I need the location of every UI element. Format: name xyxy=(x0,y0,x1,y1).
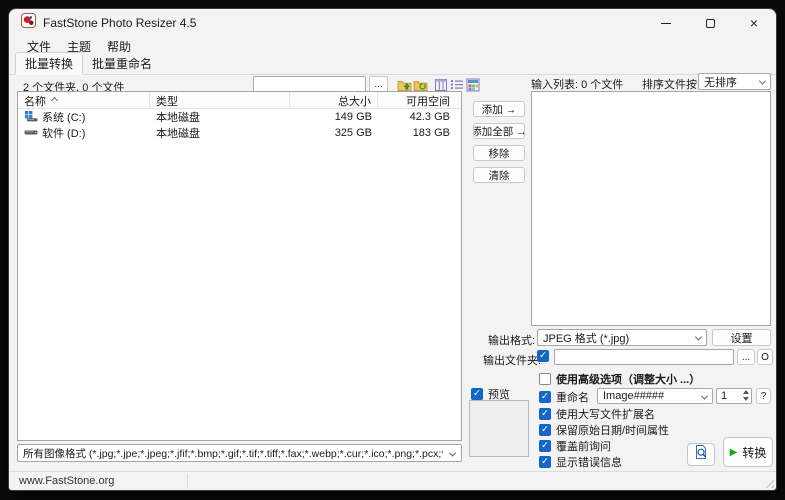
drive-row-d[interactable]: 软件 (D:) 本地磁盘 325 GB 183 GB xyxy=(18,125,461,141)
sort-ascending-icon xyxy=(50,96,59,105)
details-view-icon[interactable] xyxy=(433,77,448,92)
folder-sync-icon[interactable] xyxy=(413,77,428,92)
chevron-down-icon xyxy=(448,449,457,457)
drive-free-space: 42.3 GB xyxy=(409,111,450,123)
document-magnifier-icon xyxy=(693,444,709,465)
output-folder-label: 输出文件夹: xyxy=(483,355,542,367)
app-window: FastStone Photo Resizer 4.5 × 文件 主题 帮助 批… xyxy=(8,8,777,491)
resize-grip[interactable] xyxy=(762,476,774,488)
sort-by-value: 无排序 xyxy=(704,76,737,89)
rename-pattern-combobox[interactable]: Image##### xyxy=(597,388,713,404)
input-list-box[interactable] xyxy=(531,91,771,326)
show-errors-row: ✓ 显示错误信息 xyxy=(539,454,622,470)
output-folder-open-button[interactable]: O xyxy=(757,349,773,365)
convert-button[interactable]: ▶ 转换 xyxy=(723,437,773,467)
status-separator xyxy=(187,474,188,488)
spinner-arrows[interactable] xyxy=(743,390,749,401)
preview-output-button[interactable] xyxy=(687,443,715,466)
status-url: www.FastStone.org xyxy=(19,475,115,487)
ask-overwrite-row: ✓ 覆盖前询问 xyxy=(539,438,611,454)
folder-up-icon[interactable] xyxy=(397,77,412,92)
column-header-total-size[interactable]: 总大小 xyxy=(290,92,378,109)
input-list-summary: 输入列表: 0 个文件 xyxy=(531,79,624,91)
rename-start-spinner[interactable]: 1 xyxy=(716,388,752,404)
app-logo-icon xyxy=(21,13,36,33)
title-bar: FastStone Photo Resizer 4.5 × xyxy=(9,9,776,37)
chevron-down-icon xyxy=(694,333,703,341)
drive-total-size: 149 GB xyxy=(334,111,372,123)
spin-up-icon xyxy=(743,390,749,394)
window-controls: × xyxy=(644,9,776,37)
minimize-icon xyxy=(661,22,671,24)
advanced-options-label: 使用高级选项（调整大小 ...） xyxy=(556,374,701,386)
column-header-name[interactable]: 名称 xyxy=(18,92,150,109)
preview-checkbox[interactable]: ✓ xyxy=(471,388,483,400)
close-icon: × xyxy=(749,15,759,31)
maximize-button[interactable] xyxy=(688,9,732,37)
file-browser-panel: 名称 类型 总大小 可用空间 系统 (C:) 本地磁盘 149 GB 42.3 … xyxy=(17,91,462,441)
format-settings-button[interactable]: 设置 xyxy=(712,329,771,346)
drive-name: 软件 (D:) xyxy=(42,128,86,140)
drive-d-icon xyxy=(24,126,38,141)
preview-panel xyxy=(469,400,529,457)
output-folder-field[interactable] xyxy=(554,349,734,365)
output-format-combobox[interactable]: JPEG 格式 (*.jpg) xyxy=(537,329,707,346)
tab-batch-rename[interactable]: 批量重命名 xyxy=(83,53,161,74)
drive-row-c[interactable]: 系统 (C:) 本地磁盘 149 GB 42.3 GB xyxy=(18,109,461,125)
list-view-icon[interactable] xyxy=(449,77,464,92)
play-icon: ▶ xyxy=(729,446,738,458)
uppercase-ext-checkbox[interactable]: ✓ xyxy=(539,408,551,420)
show-errors-label: 显示错误信息 xyxy=(556,457,622,469)
thumbnail-view-icon[interactable] xyxy=(465,77,480,92)
drive-type: 本地磁盘 xyxy=(156,112,200,124)
rename-label: 重命名 xyxy=(556,392,589,404)
advanced-options-row: ✓ 使用高级选项（调整大小 ...） xyxy=(539,371,700,387)
maximize-icon xyxy=(705,18,715,28)
sort-by-combobox[interactable]: 无排序 xyxy=(698,73,771,90)
uppercase-ext-row: ✓ 使用大写文件扩展名 xyxy=(539,406,655,422)
rename-start-value: 1 xyxy=(721,390,728,402)
column-header-free-space[interactable]: 可用空间 xyxy=(378,92,456,109)
window-title: FastStone Photo Resizer 4.5 xyxy=(43,16,197,30)
drive-c-icon xyxy=(24,110,38,125)
minimize-button[interactable] xyxy=(644,9,688,37)
ask-overwrite-checkbox[interactable]: ✓ xyxy=(539,440,551,452)
keep-datetime-checkbox[interactable]: ✓ xyxy=(539,424,551,436)
output-format-label: 输出格式: xyxy=(488,335,536,347)
add-button[interactable]: 添加 → xyxy=(473,101,525,117)
uppercase-ext-label: 使用大写文件扩展名 xyxy=(556,409,655,421)
tab-batch-convert[interactable]: 批量转换 xyxy=(15,52,84,75)
show-errors-checkbox[interactable]: ✓ xyxy=(539,456,551,468)
tab-bar: 批量转换 批量重命名 xyxy=(9,52,776,75)
file-type-filter-combobox[interactable]: 所有图像格式 (*.jpg;*.jpe;*.jpeg;*.jfif;*.bmp;… xyxy=(17,444,462,462)
clear-button[interactable]: 清除 xyxy=(473,167,525,183)
remove-button[interactable]: 移除 xyxy=(473,145,525,161)
keep-datetime-row: ✓ 保留原始日期/时间属性 xyxy=(539,422,669,438)
output-folder-browse-button[interactable]: ... xyxy=(737,349,755,365)
rename-checkbox[interactable]: ✓ xyxy=(539,391,551,403)
spin-down-icon xyxy=(743,397,749,401)
output-format-value: JPEG 格式 (*.jpg) xyxy=(543,332,630,345)
rename-help-button[interactable]: ? xyxy=(756,388,771,404)
drive-free-space: 183 GB xyxy=(412,127,450,139)
rename-pattern-value: Image##### xyxy=(603,390,665,402)
drive-total-size: 325 GB xyxy=(334,127,372,139)
convert-button-label: 转换 xyxy=(742,445,767,460)
ask-overwrite-label: 覆盖前询问 xyxy=(556,441,611,453)
status-bar: www.FastStone.org xyxy=(9,471,776,490)
file-type-filter-value: 所有图像格式 (*.jpg;*.jpe;*.jpeg;*.jfif;*.bmp;… xyxy=(23,447,443,460)
rename-option-row: ✓ 重命名 xyxy=(539,389,589,405)
drive-type: 本地磁盘 xyxy=(156,128,200,140)
add-all-button[interactable]: 添加全部 → xyxy=(473,123,525,139)
keep-datetime-label: 保留原始日期/时间属性 xyxy=(556,425,670,437)
sort-by-label: 排序文件按: xyxy=(642,79,701,91)
drive-name: 系统 (C:) xyxy=(42,112,86,124)
column-header-type[interactable]: 类型 xyxy=(150,92,290,109)
close-button[interactable]: × xyxy=(732,9,776,37)
file-browser-header: 名称 类型 总大小 可用空间 xyxy=(18,92,461,109)
chevron-down-icon xyxy=(758,77,767,85)
chevron-down-icon xyxy=(700,392,709,400)
advanced-options-checkbox[interactable]: ✓ xyxy=(539,373,551,385)
output-folder-checkbox[interactable]: ✓ xyxy=(537,350,549,362)
